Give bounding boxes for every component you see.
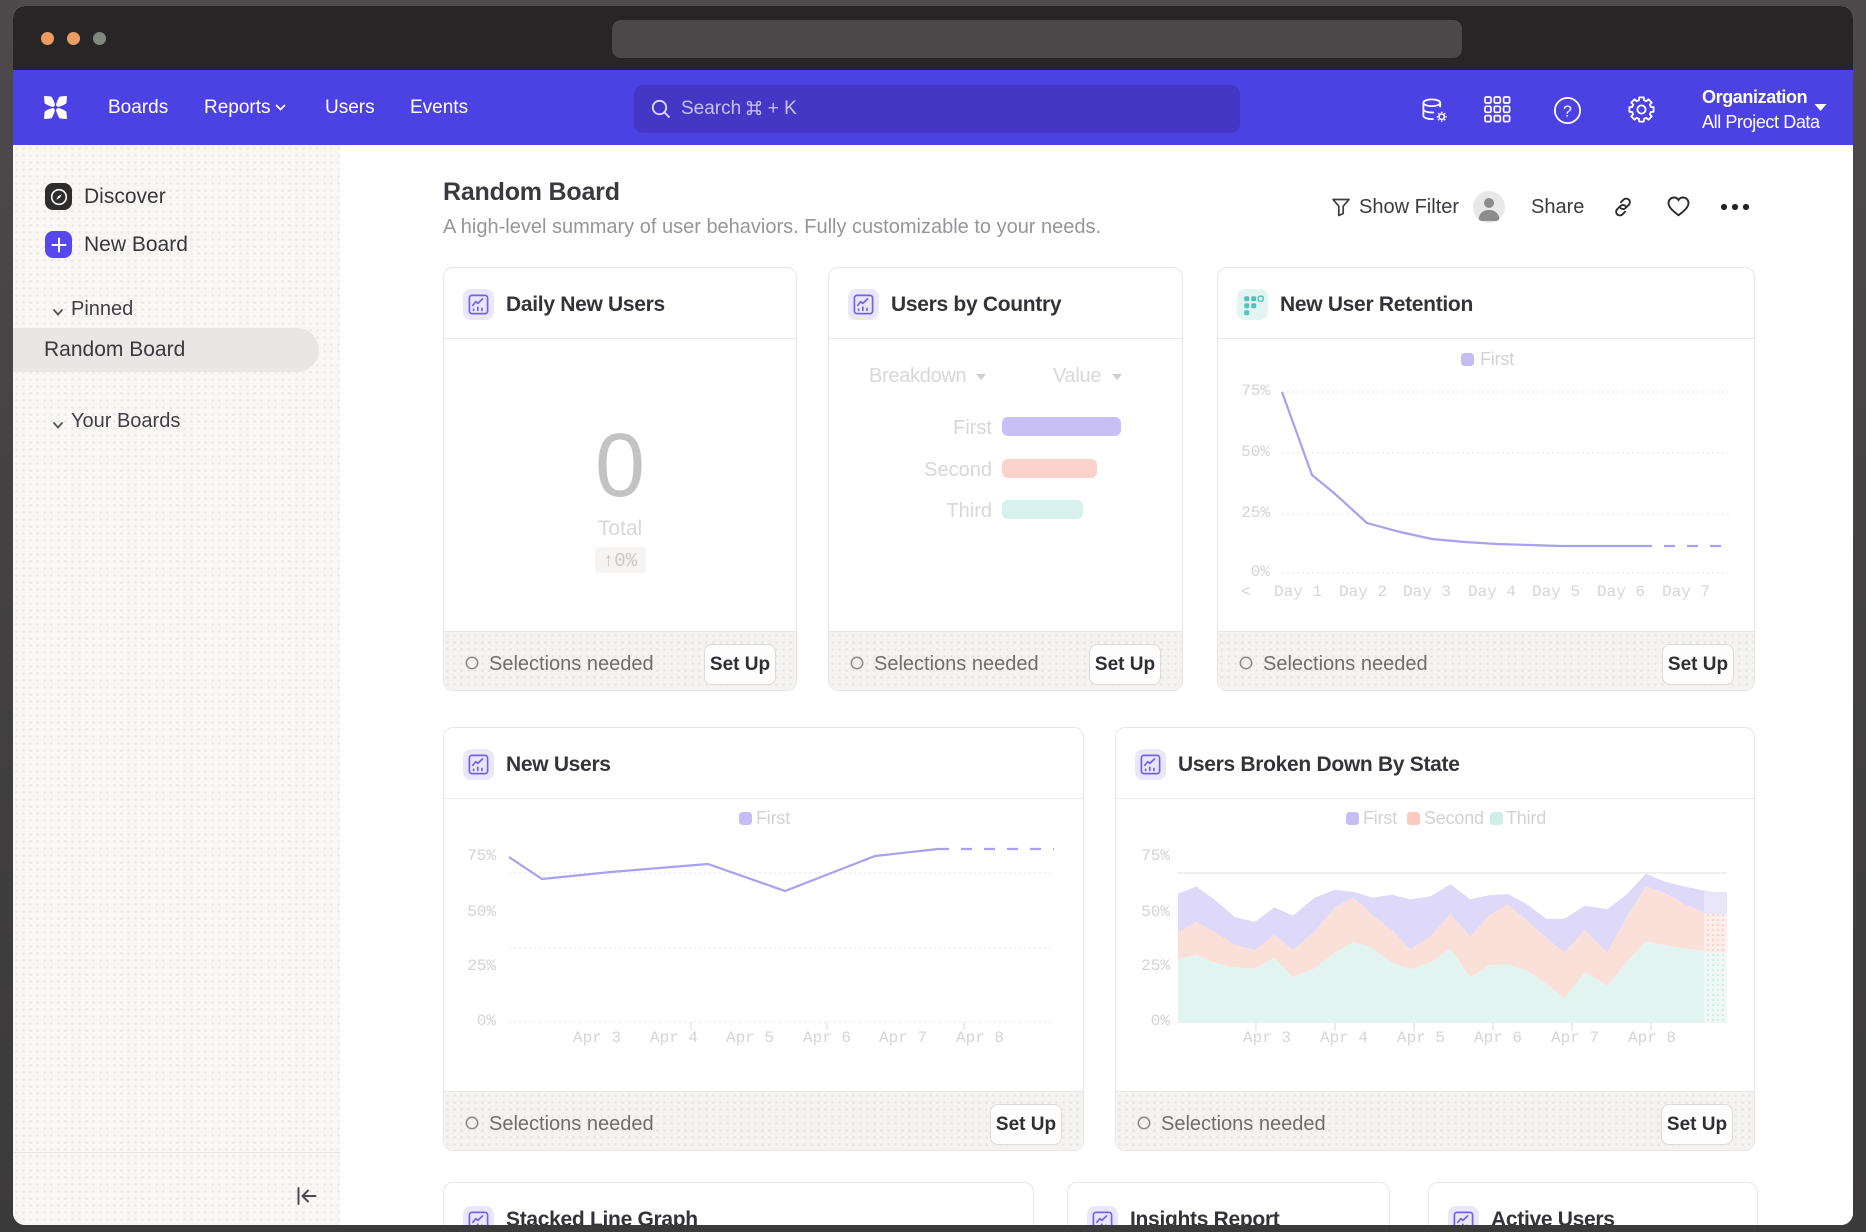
svg-text:?: ?: [1563, 104, 1572, 121]
